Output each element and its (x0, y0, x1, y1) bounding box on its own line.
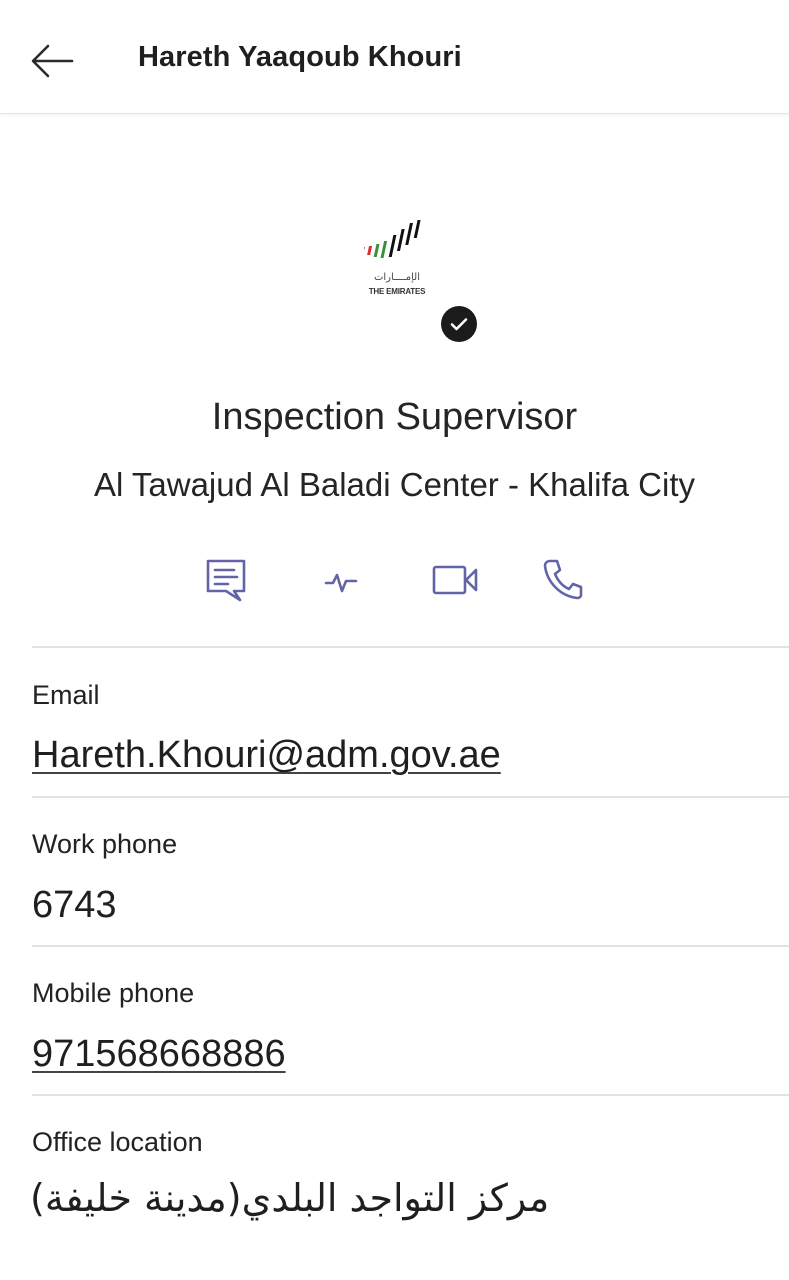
arrow-left-icon (31, 44, 74, 78)
mobile-phone-label: Mobile phone (32, 978, 195, 1008)
divider (32, 796, 789, 798)
call-button[interactable] (533, 552, 593, 608)
back-button[interactable] (22, 32, 82, 90)
divider (32, 1094, 789, 1096)
mobile-phone-link[interactable]: 971568668886 (32, 1033, 286, 1076)
logo-arabic-text: الإمــــارات (373, 272, 420, 283)
department: Al Tawajud Al Baladi Center - Khalifa Ci… (93, 466, 696, 503)
job-title: Inspection Supervisor (211, 396, 578, 438)
emirates-logo-icon (360, 220, 421, 258)
verified-badge (441, 306, 477, 342)
video-call-button[interactable] (426, 552, 486, 608)
page-title: Hareth Yaaqoub Khouri (138, 41, 462, 73)
work-phone-value[interactable]: 6743 (32, 884, 117, 927)
check-circle-icon (450, 318, 468, 331)
email-label: Email (32, 680, 100, 710)
top-app-bar: Hareth Yaaqoub Khouri (0, 0, 789, 114)
work-phone-label: Work phone (32, 829, 178, 859)
office-location-value: مركز التواجد البلدي(مدينة خليفة) (30, 1176, 550, 1220)
video-camera-icon (432, 565, 478, 595)
office-location-label: Office location (32, 1127, 203, 1157)
divider (32, 945, 789, 947)
activity-pulse-icon (324, 573, 358, 593)
phone-icon (543, 559, 583, 600)
divider (32, 646, 789, 648)
logo-english-text: THE EMIRATES (368, 287, 426, 296)
email-link[interactable]: Hareth.Khouri@adm.gov.ae (32, 734, 501, 777)
chat-button[interactable] (196, 552, 256, 608)
chat-icon (206, 559, 246, 602)
activity-button[interactable] (311, 552, 371, 608)
organization-logo: الإمــــارات THE EMIRATES (360, 218, 430, 300)
